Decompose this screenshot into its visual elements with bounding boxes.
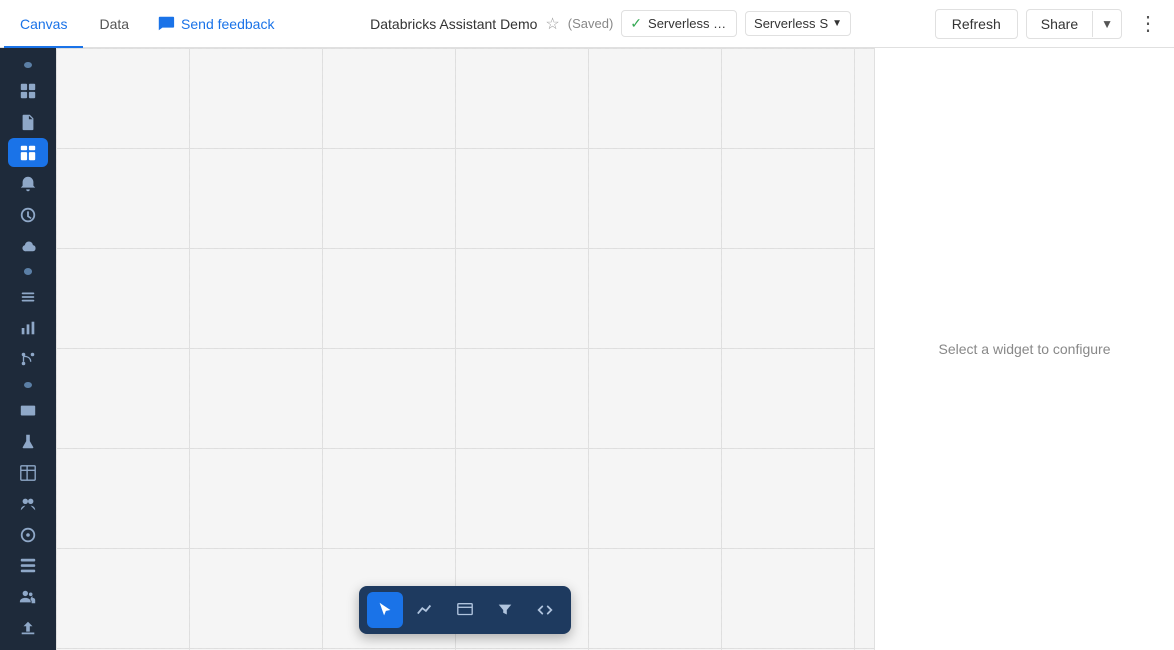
sidebar-item-cloud[interactable] bbox=[8, 231, 48, 260]
feedback-icon bbox=[157, 15, 175, 33]
sidebar-item-export[interactable] bbox=[8, 613, 48, 642]
topbar: Canvas Data Send feedback Databricks Ass… bbox=[0, 0, 1174, 48]
saved-status: (Saved) bbox=[568, 16, 614, 31]
status-dot-icon: ✓ bbox=[630, 15, 642, 32]
home-icon bbox=[19, 82, 37, 100]
sidebar bbox=[0, 48, 56, 650]
cluster-type-label: Serverless bbox=[754, 16, 815, 31]
metrics-icon bbox=[19, 557, 37, 575]
main-layout: Select a widget to configure bbox=[0, 48, 1174, 650]
sidebar-item-home[interactable] bbox=[8, 76, 48, 105]
tab-data[interactable]: Data bbox=[83, 0, 145, 48]
chart-icon bbox=[19, 319, 37, 337]
partners-icon bbox=[19, 495, 37, 513]
sidebar-item-tv[interactable] bbox=[8, 396, 48, 425]
refresh-button[interactable]: Refresh bbox=[935, 9, 1018, 39]
sidebar-item-partners[interactable] bbox=[8, 489, 48, 518]
sidebar-item-tables[interactable] bbox=[8, 458, 48, 487]
topbar-left: Canvas Data Send feedback bbox=[4, 0, 286, 48]
toolbar-cursor-button[interactable] bbox=[367, 592, 403, 628]
users-icon bbox=[19, 588, 37, 606]
star-icon[interactable]: ☆ bbox=[545, 14, 559, 34]
sidebar-item-git[interactable] bbox=[8, 345, 48, 374]
widget-icon bbox=[456, 601, 474, 619]
topbar-center: Databricks Assistant Demo ☆ (Saved) ✓ Se… bbox=[286, 10, 934, 37]
code-icon bbox=[536, 601, 554, 619]
share-dropdown-button[interactable]: ▼ bbox=[1092, 11, 1121, 37]
sidebar-item-list[interactable] bbox=[8, 283, 48, 312]
cluster-status[interactable]: ✓ Serverless Sta... bbox=[621, 10, 737, 37]
cluster-size-label: S bbox=[819, 16, 828, 31]
cluster-type-badge[interactable]: Serverless S ▼ bbox=[745, 11, 851, 36]
sidebar-item-experiments[interactable] bbox=[8, 427, 48, 456]
cluster-chevron-icon: ▼ bbox=[832, 18, 842, 29]
toolbar-chart-button[interactable] bbox=[407, 592, 443, 628]
tv-icon bbox=[19, 402, 37, 420]
table-icon bbox=[19, 464, 37, 482]
sidebar-item-history[interactable] bbox=[8, 200, 48, 229]
list-icon bbox=[19, 288, 37, 306]
send-feedback-label: Send feedback bbox=[181, 16, 274, 32]
right-panel: Select a widget to configure bbox=[874, 48, 1174, 650]
send-feedback-button[interactable]: Send feedback bbox=[145, 0, 286, 48]
sidebar-dot-mid2 bbox=[24, 382, 32, 388]
grid-svg bbox=[56, 48, 874, 650]
tab-canvas[interactable]: Canvas bbox=[4, 0, 83, 48]
sidebar-item-notifications[interactable] bbox=[8, 169, 48, 198]
cluster-name: Serverless Sta... bbox=[648, 16, 728, 31]
toolbar-filter-button[interactable] bbox=[487, 592, 523, 628]
share-button[interactable]: Share bbox=[1027, 10, 1092, 38]
sidebar-item-charts[interactable] bbox=[8, 314, 48, 343]
dashboard-icon bbox=[19, 144, 37, 162]
sidebar-dot-top bbox=[24, 62, 32, 68]
toolbar-code-button[interactable] bbox=[527, 592, 563, 628]
floating-toolbar bbox=[359, 586, 571, 634]
cloud-icon bbox=[19, 237, 37, 255]
history-icon bbox=[19, 206, 37, 224]
toolbar-chart-icon bbox=[416, 601, 434, 619]
toolbar-widget-button[interactable] bbox=[447, 592, 483, 628]
file-icon bbox=[19, 113, 37, 131]
sidebar-item-file[interactable] bbox=[8, 107, 48, 136]
share-button-group: Share ▼ bbox=[1026, 9, 1122, 39]
filter-icon bbox=[496, 601, 514, 619]
topbar-right: Refresh Share ▼ ⋮ bbox=[935, 9, 1166, 39]
sidebar-item-users[interactable] bbox=[8, 582, 48, 611]
export-icon bbox=[19, 619, 37, 637]
git-icon bbox=[19, 350, 37, 368]
sidebar-item-ai[interactable] bbox=[8, 520, 48, 549]
grid-lines bbox=[56, 48, 874, 650]
canvas-container: Select a widget to configure bbox=[56, 48, 1174, 650]
sidebar-item-dashboard[interactable] bbox=[8, 138, 48, 167]
kebab-menu-button[interactable]: ⋮ bbox=[1130, 10, 1166, 38]
sidebar-dot-mid1 bbox=[24, 268, 32, 274]
sidebar-item-metrics[interactable] bbox=[8, 551, 48, 580]
experiment-icon bbox=[19, 433, 37, 451]
app-title: Databricks Assistant Demo bbox=[370, 16, 537, 32]
right-panel-empty-message: Select a widget to configure bbox=[939, 341, 1111, 357]
canvas-grid[interactable] bbox=[56, 48, 874, 650]
ai-icon bbox=[19, 526, 37, 544]
cursor-icon bbox=[376, 601, 394, 619]
bell-icon bbox=[19, 175, 37, 193]
